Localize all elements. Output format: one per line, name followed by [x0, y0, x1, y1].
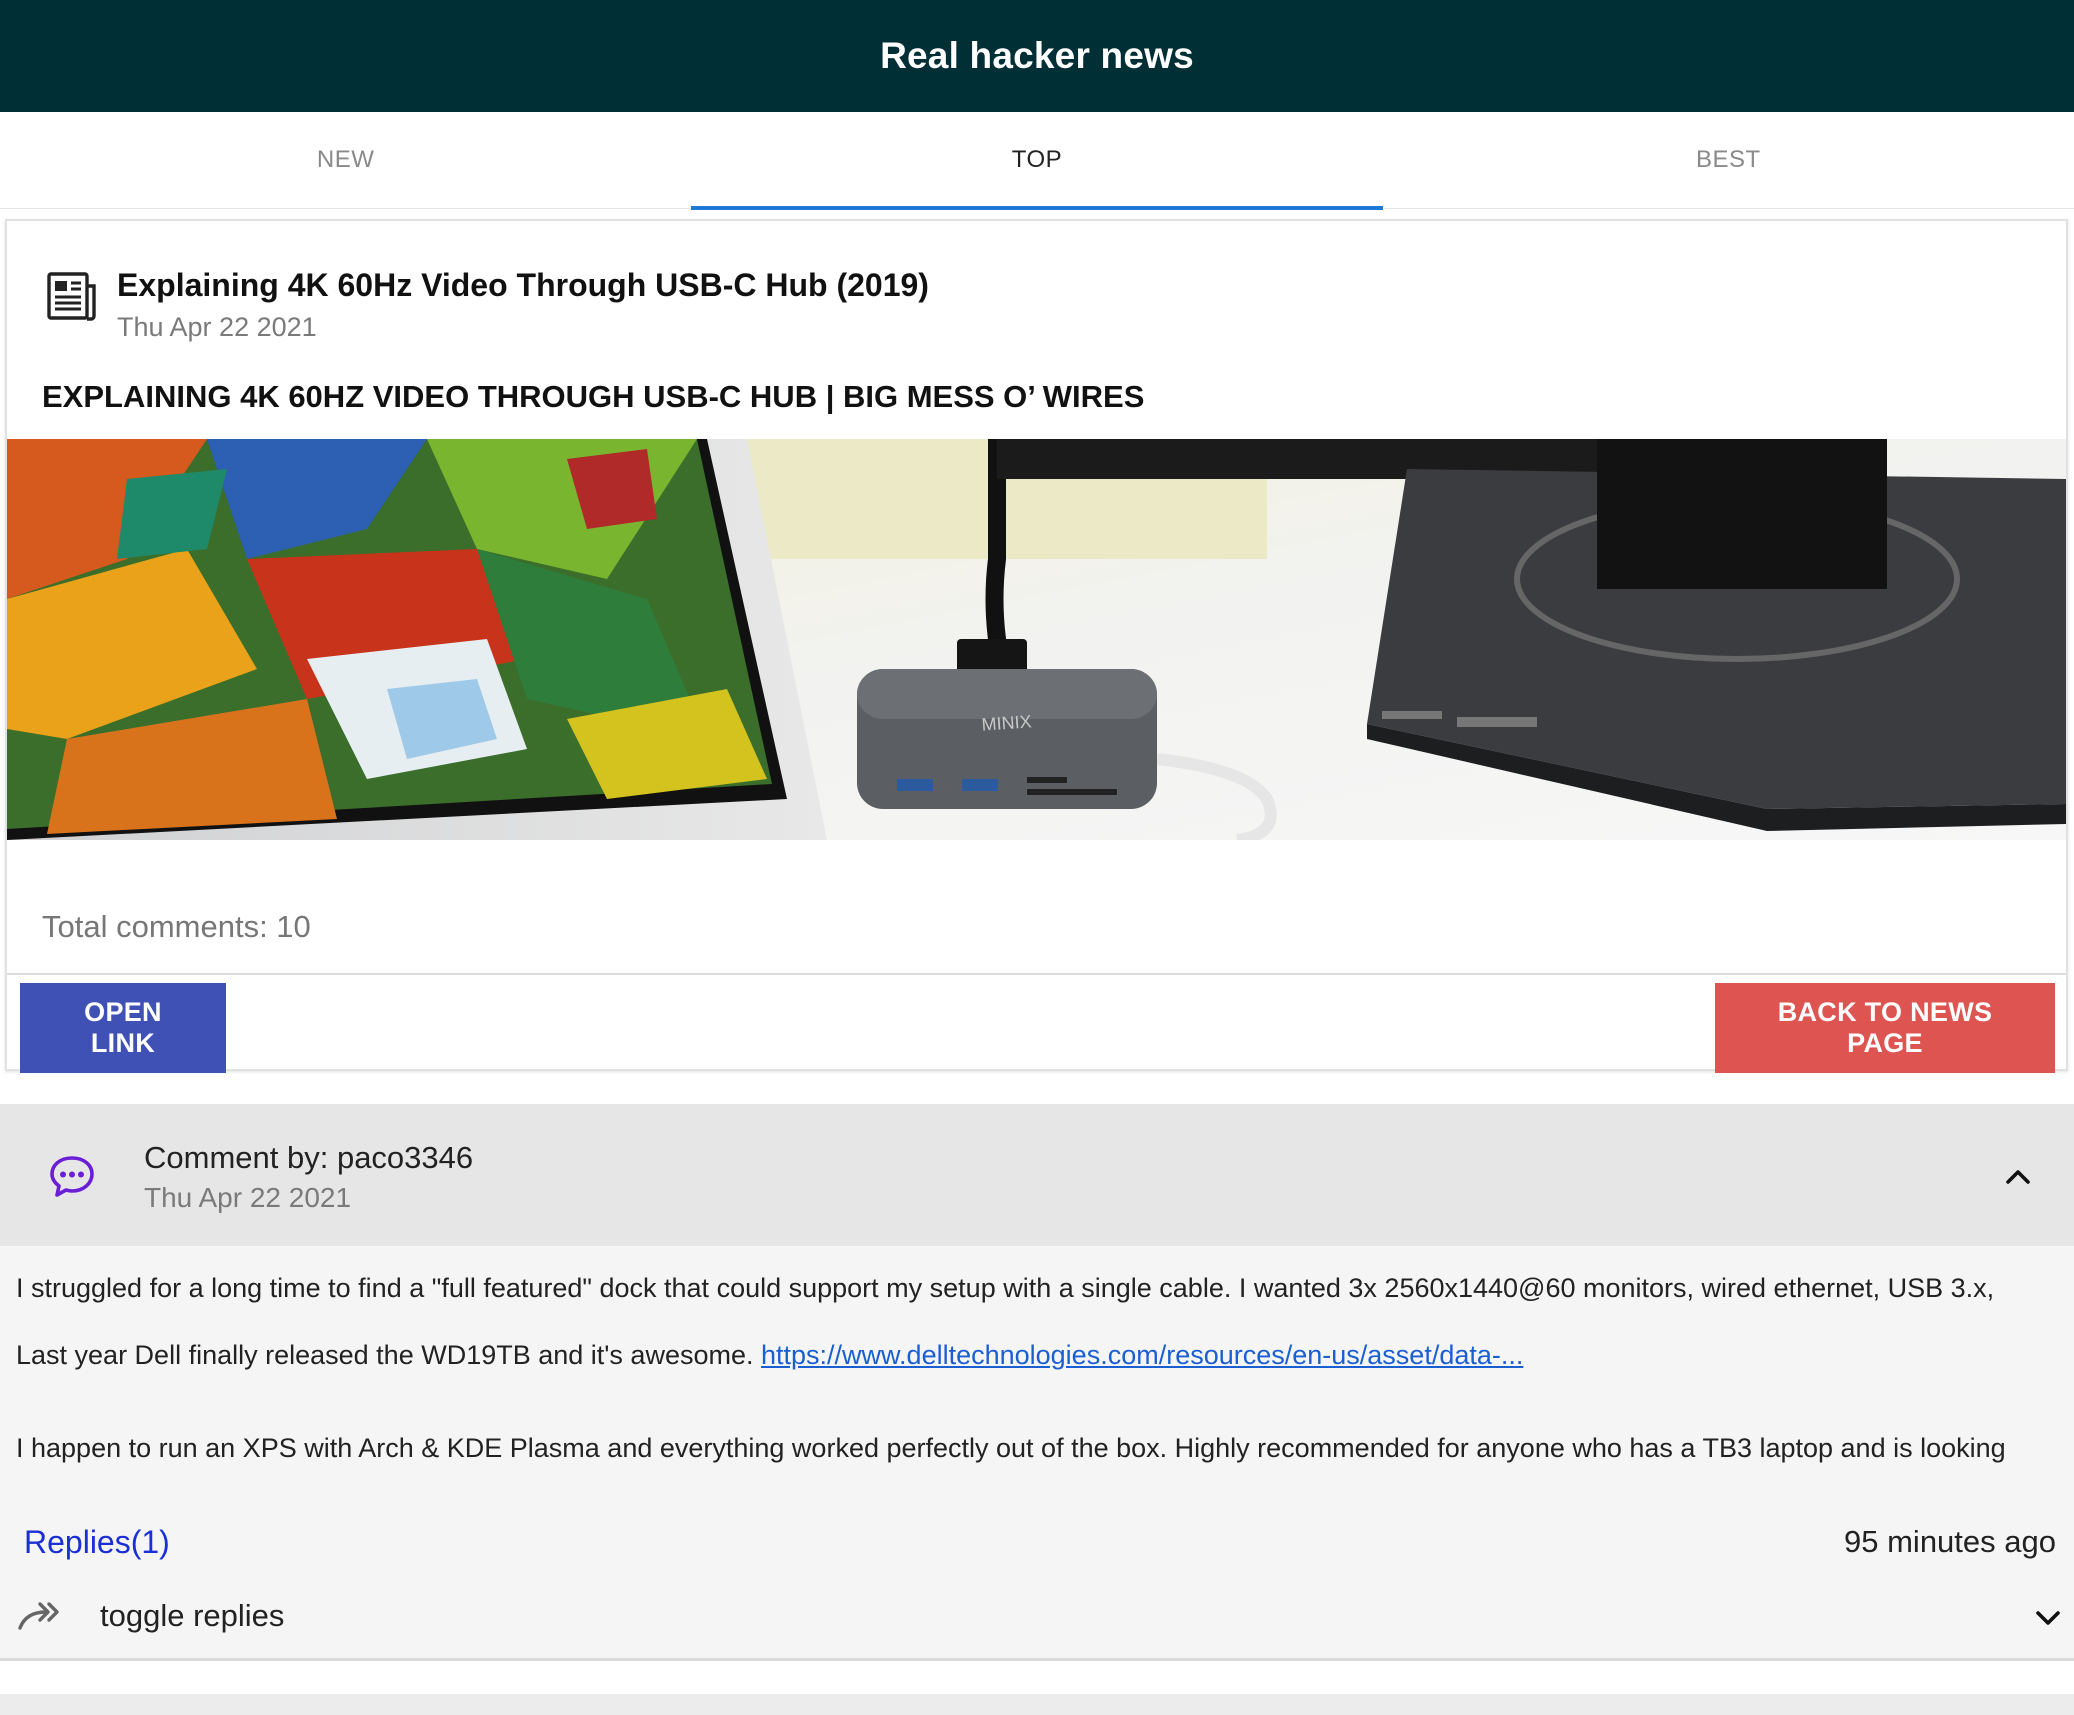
newspaper-icon: [47, 272, 96, 321]
app-bar: Real hacker news: [0, 0, 2074, 112]
link-preview-title: EXPLAINING 4K 60HZ VIDEO THROUGH USB-C H…: [42, 379, 1145, 414]
comment-link[interactable]: https://www.delltechnologies.com/resourc…: [761, 1340, 1523, 1370]
comment-header[interactable]: Comment by: paco3346 Thu Apr 22 2021: [0, 1104, 2074, 1246]
comment-date: Thu Apr 22 2021: [144, 1182, 352, 1213]
toggle-replies-label: toggle replies: [100, 1598, 285, 1633]
comment-text-line: Last year Dell finally released the WD19…: [16, 1335, 2074, 1375]
chat-bubble-icon: [50, 1156, 94, 1197]
tab-bar: NEW TOP BEST: [0, 112, 2074, 210]
tab-top[interactable]: TOP: [691, 112, 1383, 210]
total-comments: Total comments: 10: [42, 909, 311, 944]
svg-text:MINIX: MINIX: [981, 711, 1032, 734]
comment-body: I struggled for a long time to find a "f…: [16, 1268, 2074, 1468]
comment-text-line: I struggled for a long time to find a "f…: [16, 1273, 1995, 1303]
story-meta: Explaining 4K 60Hz Video Through USB-C H…: [117, 257, 929, 343]
tab-best[interactable]: BEST: [1383, 112, 2074, 208]
comment-divider: [0, 1658, 2074, 1661]
comment-text: Last year Dell finally released the WD19…: [16, 1340, 761, 1370]
replies-link[interactable]: Replies(1): [24, 1524, 170, 1561]
story-title: Explaining 4K 60Hz Video Through USB-C H…: [117, 267, 929, 303]
chevron-up-icon[interactable]: [2000, 1159, 2036, 1195]
reply-all-icon: [18, 1602, 59, 1630]
app-title: Real hacker news: [880, 35, 1194, 76]
story-card: Explaining 4K 60Hz Video Through USB-C H…: [5, 219, 2068, 1073]
chevron-down-icon[interactable]: [2030, 1600, 2066, 1636]
comment-author: Comment by: paco3346: [144, 1140, 474, 1175]
story-header: Explaining 4K 60Hz Video Through USB-C H…: [43, 257, 929, 343]
toggle-replies-row[interactable]: toggle replies: [0, 1588, 2074, 1648]
comment-panel: Comment by: paco3346 Thu Apr 22 2021 I s…: [0, 1104, 2074, 1660]
open-link-button[interactable]: OPEN LINK: [20, 983, 226, 1073]
tab-new[interactable]: NEW: [0, 112, 691, 208]
story-date: Thu Apr 22 2021: [117, 312, 317, 342]
comment-time-ago: 95 minutes ago: [1844, 1524, 2056, 1559]
link-preview-image: MINIX: [7, 439, 2066, 840]
back-to-news-button[interactable]: BACK TO NEWS PAGE: [1715, 983, 2055, 1073]
card-actions: OPEN LINK BACK TO NEWS PAGE: [7, 973, 2066, 1073]
comment-text-line: I happen to run an XPS with Arch & KDE P…: [16, 1433, 2006, 1463]
next-comment-edge: [0, 1694, 2074, 1715]
